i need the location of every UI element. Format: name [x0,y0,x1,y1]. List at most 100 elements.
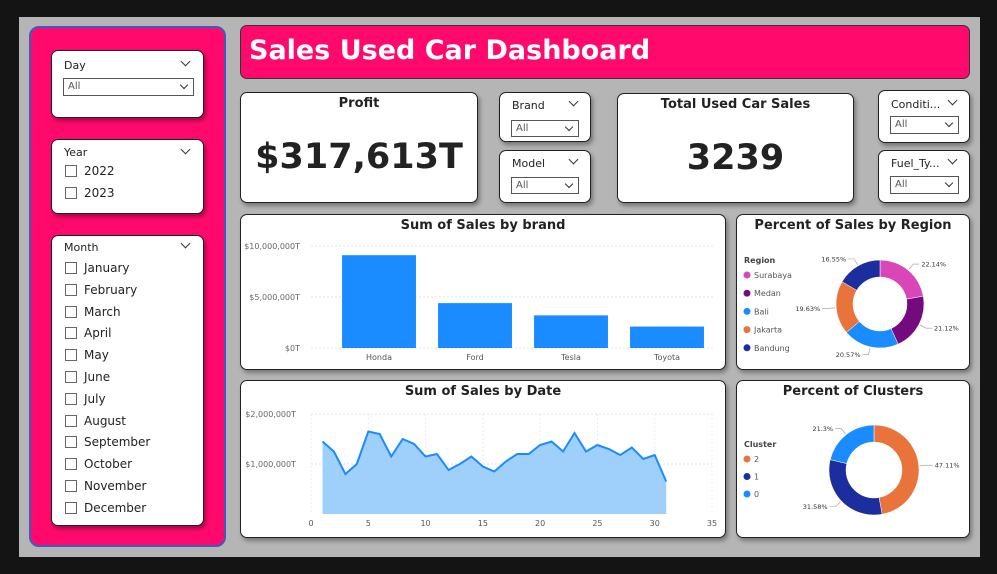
month-option-label: July [84,391,106,406]
checkbox[interactable] [65,458,77,471]
condition-dropdown-value: All [895,119,908,130]
month-option-label: September [84,435,151,450]
chevron-down-icon[interactable] [947,95,958,106]
day-slicer-title: Day [64,59,86,72]
checkbox[interactable] [65,262,77,274]
filter-sidebar: Day All Year 2022 2023 Month January Febr… [29,26,226,547]
y-tick-label: $2,000,000T [245,410,296,419]
leader-line [829,501,841,507]
x-tick-label: 20 [535,519,545,528]
legend-marker [743,271,751,279]
checkbox[interactable] [65,436,77,449]
month-option-label: January [84,261,130,275]
data-label: 19.63% [795,305,820,313]
chevron-down-icon[interactable] [947,154,958,165]
chevron-down-icon[interactable] [568,154,579,165]
model-dropdown-value: All [516,180,529,191]
bar [342,255,416,348]
leader-line [919,464,933,467]
region-donut-plot: Region Surabaya Medan Bali Jakarta Bandung 22.… [743,255,959,359]
page-title: Sales Used Car Dashboard [249,35,651,66]
legend-marker [743,326,751,334]
legend-marker [743,344,751,352]
profit-title: Profit [338,96,380,111]
fuel-type-dropdown[interactable]: All [890,176,959,194]
year-option[interactable]: 2022 [65,164,115,178]
model-slicer: Model All [499,150,591,203]
x-tick-label: 10 [420,519,430,528]
month-option[interactable]: March [65,305,121,319]
checkbox[interactable] [65,327,77,340]
condition-slicer-title: Conditi... [891,98,941,111]
legend-marker [743,490,751,498]
bar [630,326,704,348]
checkbox[interactable] [65,501,77,514]
month-option[interactable]: June [65,370,110,384]
chevron-down-icon[interactable] [568,96,579,107]
checkbox[interactable] [65,349,77,362]
checkbox[interactable] [65,414,77,427]
brand-dropdown-value: All [516,123,529,134]
checkbox[interactable] [65,305,77,318]
data-label: 21.12% [934,325,959,333]
legend-label: 2 [754,455,759,464]
legend-marker [743,307,751,315]
clusters-chart: Percent of Clusters Cluster 2 1 0 47.11% 31.5… [736,380,970,538]
checkbox[interactable] [65,371,77,383]
month-option-label: February [84,282,138,297]
checkbox[interactable] [65,392,77,405]
month-option[interactable]: August [65,414,126,428]
month-option[interactable]: January [65,261,130,275]
month-option[interactable]: December [65,501,146,515]
condition-dropdown[interactable]: All [890,116,959,134]
chevron-down-icon[interactable] [180,238,191,249]
month-option[interactable]: May [65,348,109,362]
dashboard-title-bar: Sales Used Car Dashboard [240,25,970,79]
x-tick-label: Honda [366,353,392,362]
legend-label: Jakarta [753,326,782,335]
chevron-down-icon [944,118,954,128]
checkbox[interactable] [65,165,77,177]
leader-line [908,263,920,270]
day-slicer: Day All [51,50,204,118]
month-option[interactable]: April [65,326,111,340]
month-option-label: November [84,479,147,493]
brand-slicer-title: Brand [512,99,545,112]
fuel-type-dropdown-value: All [895,179,908,190]
total-sales-value: 3239 [686,138,785,178]
month-option[interactable]: July [65,392,106,406]
y-tick-label: $5,000,000T [249,293,300,302]
legend-marker [743,455,751,463]
bar [534,315,608,348]
model-dropdown[interactable]: All [511,177,579,194]
x-tick-label: Tesla [560,353,581,362]
chevron-down-icon[interactable] [180,144,191,155]
legend-label: Medan [754,289,781,298]
leader-line [848,258,858,266]
month-slicer-title: Month [64,241,99,254]
month-option-label: May [84,348,109,363]
x-tick-label: 35 [707,519,717,528]
legend-label: Surabaya [754,271,792,280]
leader-line [822,307,836,309]
day-dropdown[interactable]: All [63,78,194,96]
month-option[interactable]: November [65,479,146,493]
checkbox[interactable] [65,187,77,199]
data-label: 47.11% [935,462,960,470]
checkbox[interactable] [65,480,77,492]
checkbox[interactable] [65,283,77,296]
brand-dropdown[interactable]: All [511,120,579,137]
month-option[interactable]: October [65,457,132,471]
month-option[interactable]: September [65,435,150,449]
year-option-label: 2023 [84,186,115,200]
chevron-down-icon[interactable] [180,56,191,67]
year-option[interactable]: 2023 [65,186,115,200]
y-tick-label: $10,000,000T [244,242,300,251]
donut-slice [829,424,875,464]
total-sales-title: Total Used Car Sales [660,97,811,112]
data-label: 21.3% [812,425,833,433]
legend-label: Bali [754,307,769,316]
bar [438,303,512,348]
legend-title: Region [744,256,776,265]
month-option[interactable]: February [65,283,137,297]
